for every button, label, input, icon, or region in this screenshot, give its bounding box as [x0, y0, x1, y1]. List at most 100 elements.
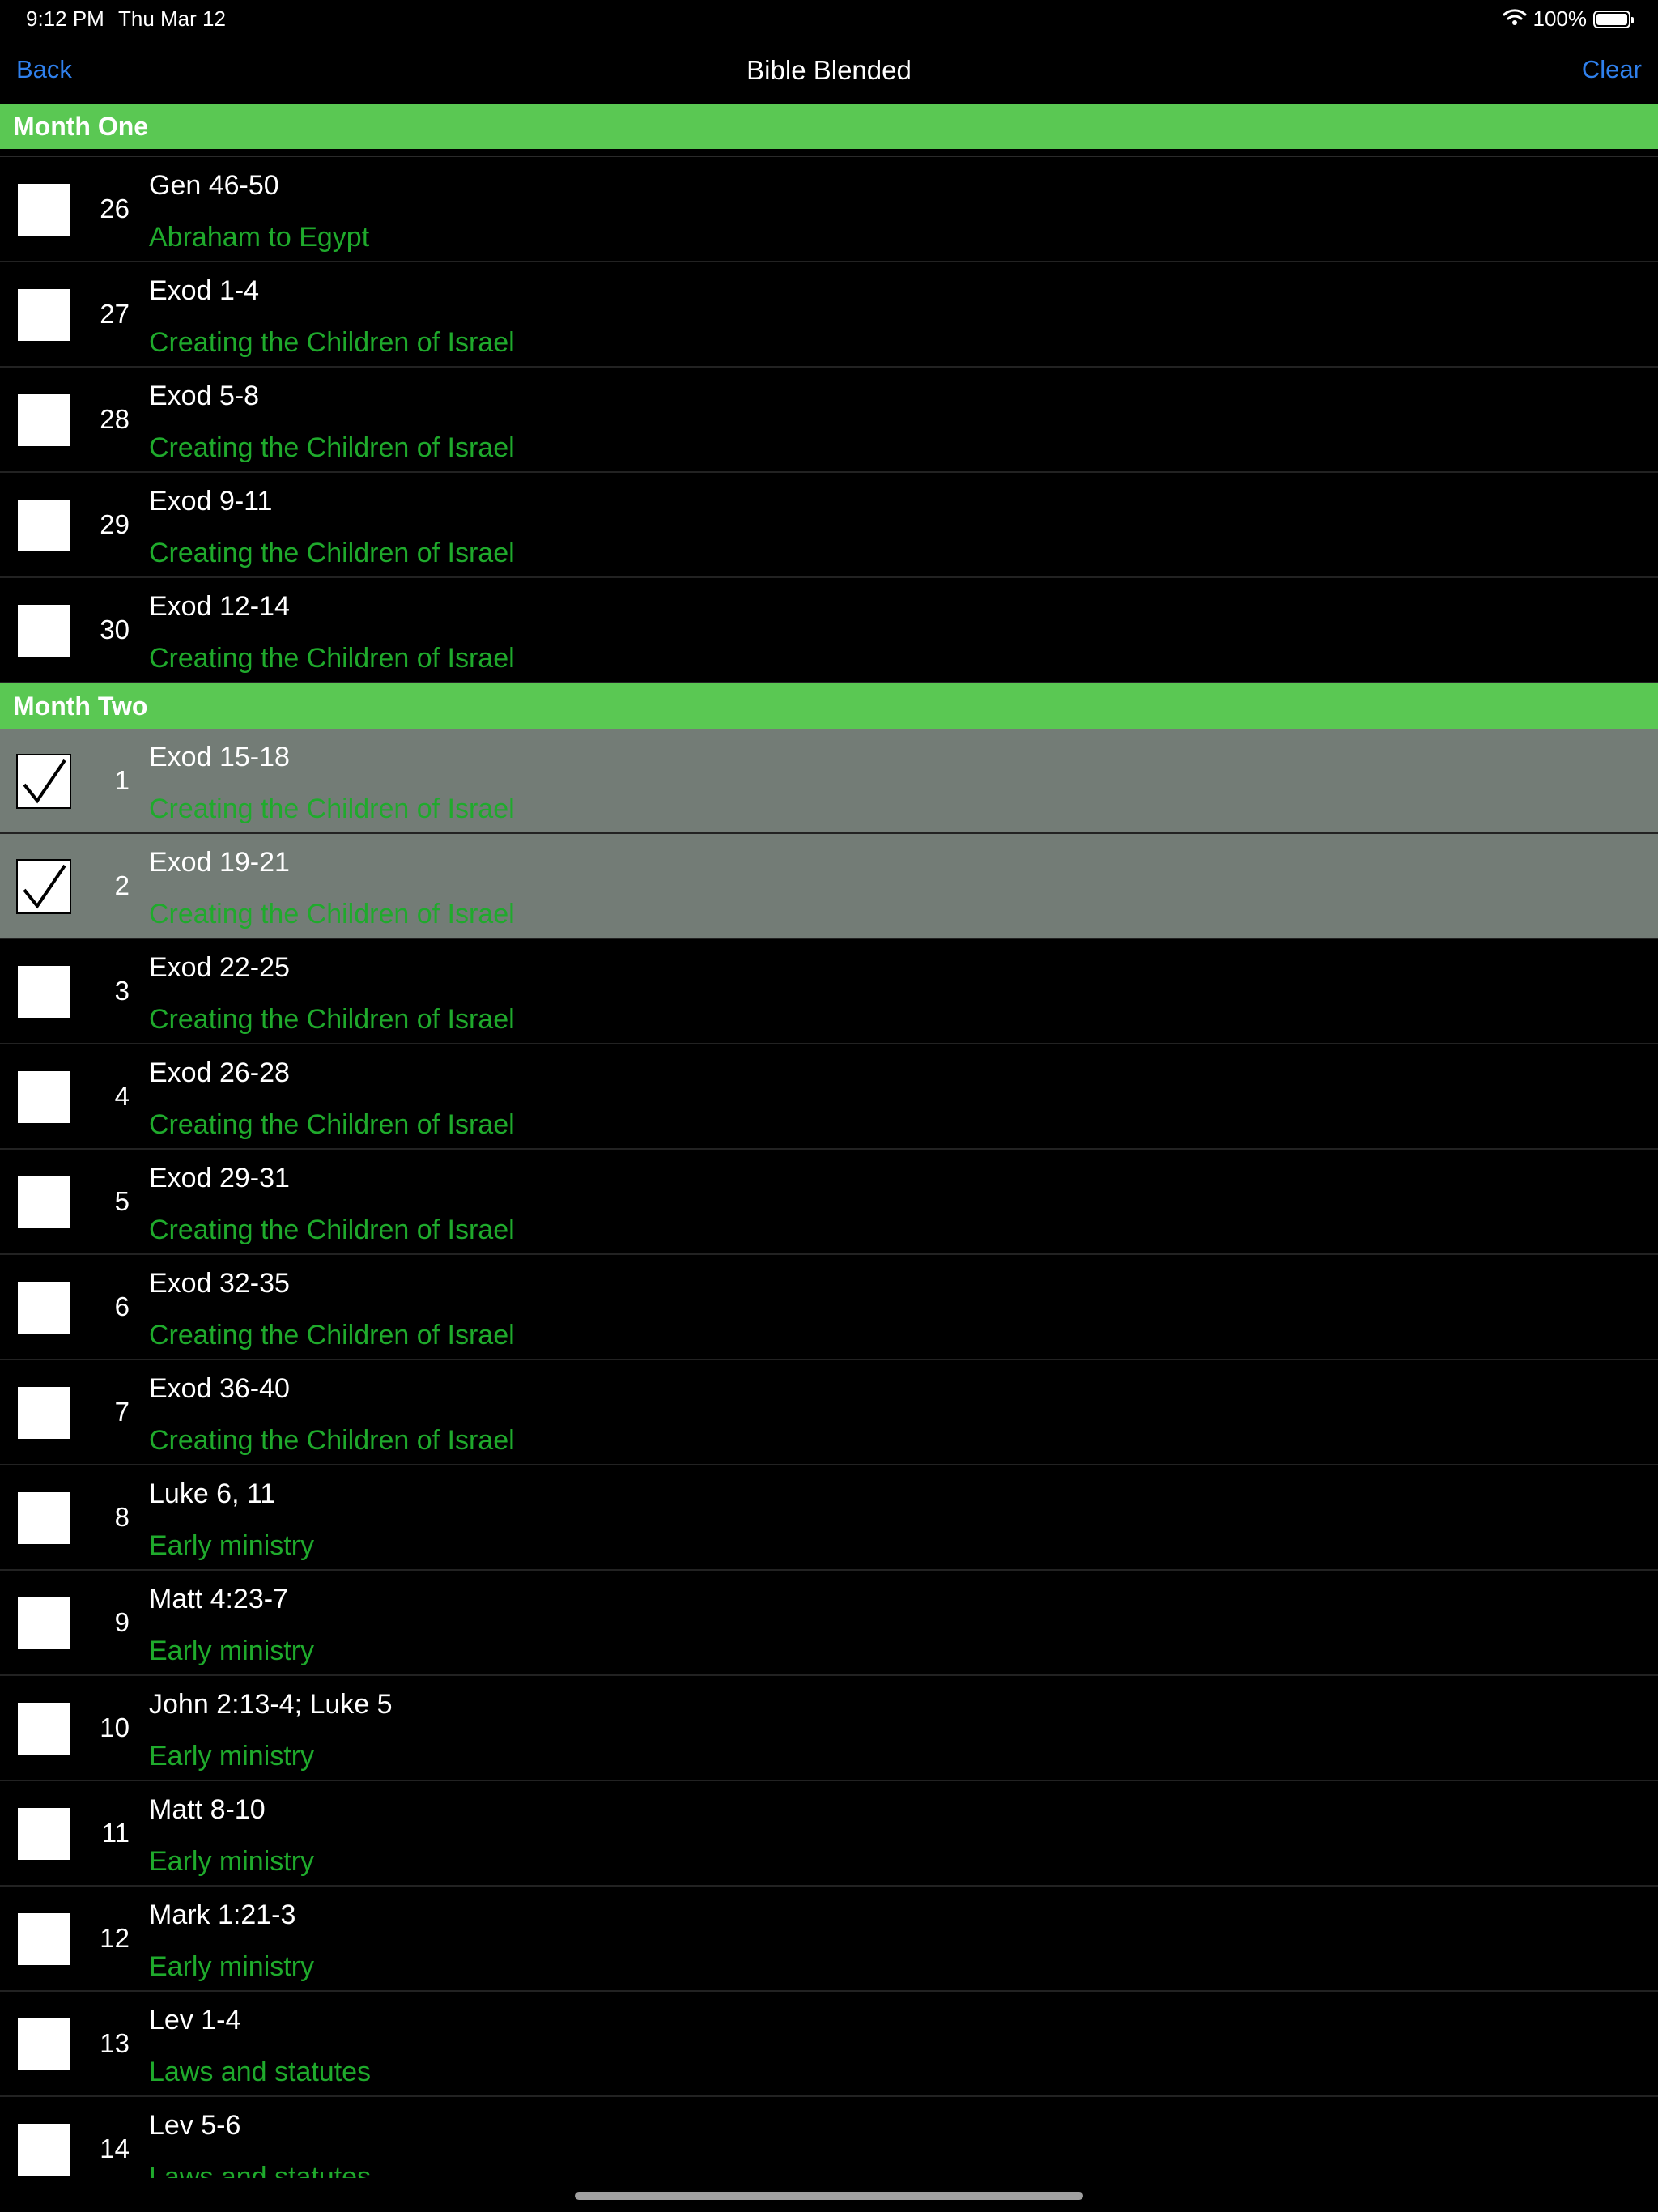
checkbox-unchecked[interactable] [16, 1912, 71, 1967]
scripture-reference: Matt 4:23-7 [149, 1584, 288, 1614]
scripture-reference: Mark 1:21-3 [149, 1899, 296, 1930]
checkbox-unchecked[interactable] [16, 182, 71, 237]
reading-theme: Early ministry [149, 1530, 315, 1561]
scripture-reference: Exod 1-4 [149, 275, 260, 306]
reading-row[interactable]: 11 Matt 8-10 Early ministry [0, 1781, 1658, 1887]
scripture-reference: Exod 32-35 [149, 1268, 290, 1299]
day-number: 3 [114, 976, 130, 1006]
reading-theme: Creating the Children of Israel [149, 1214, 515, 1245]
checkbox-unchecked[interactable] [16, 1175, 71, 1230]
reading-theme: Creating the Children of Israel [149, 1425, 515, 1456]
reading-row[interactable]: 28 Exod 5-8 Creating the Children of Israe… [0, 368, 1658, 473]
status-indicators: 100% [1503, 6, 1634, 32]
day-number: 6 [114, 1291, 130, 1321]
clear-button[interactable]: Clear [1582, 55, 1642, 84]
section-header: Month Two [0, 683, 1658, 729]
day-number: 11 [101, 1818, 130, 1848]
scripture-reference: Exod 15-18 [149, 742, 290, 772]
home-indicator[interactable] [575, 2192, 1083, 2200]
checkbox-unchecked[interactable] [16, 1070, 71, 1125]
day-number: 5 [114, 1186, 130, 1216]
scripture-reference: Exod 36-40 [149, 1373, 290, 1404]
checkbox-unchecked[interactable] [16, 287, 71, 342]
day-number: 14 [100, 2133, 130, 2163]
day-number: 30 [100, 615, 130, 644]
reading-row[interactable]: 9 Matt 4:23-7 Early ministry [0, 1571, 1658, 1676]
reading-theme: Creating the Children of Israel [149, 432, 515, 463]
reading-theme: Laws and statutes [149, 2057, 372, 2087]
day-number: 28 [100, 404, 130, 434]
checkbox-unchecked[interactable] [16, 964, 71, 1019]
status-time: 9:12 PM [26, 6, 104, 31]
day-number: 26 [100, 194, 130, 223]
checkbox-checked[interactable] [16, 754, 71, 809]
reading-theme: Creating the Children of Israel [149, 793, 515, 824]
reading-row[interactable]: 8 Luke 6, 11 Early ministry [0, 1465, 1658, 1571]
scripture-reference: Luke 6, 11 [149, 1478, 276, 1509]
reading-row[interactable]: 26 Gen 46-50 Abraham to Egypt [0, 157, 1658, 262]
reading-row[interactable]: 6 Exod 32-35 Creating the Children of Isra… [0, 1255, 1658, 1360]
day-number: 12 [100, 1923, 130, 1953]
checkbox-checked[interactable] [16, 859, 71, 914]
reading-row[interactable]: 29 Exod 9-11 Creating the Children of Isra… [0, 473, 1658, 578]
checkmark-icon [23, 759, 66, 804]
day-number: 1 [114, 765, 130, 795]
reading-row[interactable]: 2 Exod 19-21 Creating the Children of Isra… [0, 834, 1658, 939]
reading-theme: Laws and statutes [149, 2162, 372, 2178]
scripture-reference: Matt 8-10 [149, 1794, 266, 1825]
checkbox-unchecked[interactable] [16, 393, 71, 448]
section-header: Month One [0, 104, 1658, 149]
reading-theme: Creating the Children of Israel [149, 1004, 515, 1035]
checkbox-unchecked[interactable] [16, 2017, 71, 2072]
day-number: 7 [114, 1397, 130, 1427]
day-number: 27 [100, 299, 130, 329]
reading-row[interactable]: 14 Lev 5-6 Laws and statutes [0, 2097, 1658, 2178]
reading-theme: Abraham to Egypt [149, 222, 370, 253]
checkmark-icon [23, 864, 66, 909]
checkbox-unchecked[interactable] [16, 1280, 71, 1335]
status-date: Thu Mar 12 [118, 6, 226, 31]
scripture-reference: Exod 5-8 [149, 381, 260, 411]
scripture-reference: Exod 29-31 [149, 1163, 290, 1193]
scripture-reference: Exod 12-14 [149, 591, 290, 622]
reading-row[interactable]: 12 Mark 1:21-3 Early ministry [0, 1887, 1658, 1992]
reading-row[interactable]: 10 John 2:13-4; Luke 5 Early ministry [0, 1676, 1658, 1781]
reading-theme: Early ministry [149, 1636, 315, 1666]
checkbox-unchecked[interactable] [16, 498, 71, 553]
day-number: 13 [100, 2028, 130, 2058]
wifi-icon [1503, 6, 1527, 32]
reading-row[interactable]: 5 Exod 29-31 Creating the Children of Isra… [0, 1150, 1658, 1255]
status-bar: 9:12 PM Thu Mar 12 100% [0, 0, 1658, 39]
reading-theme: Creating the Children of Israel [149, 643, 515, 674]
reading-row[interactable]: 13 Lev 1-4 Laws and statutes [0, 1992, 1658, 2097]
checkbox-unchecked[interactable] [16, 1385, 71, 1440]
checkbox-unchecked[interactable] [16, 1806, 71, 1861]
reading-row[interactable]: 3 Exod 22-25 Creating the Children of Isra… [0, 939, 1658, 1044]
checkbox-unchecked[interactable] [16, 1491, 71, 1546]
reading-row[interactable]: 4 Exod 26-28 Creating the Children of Isra… [0, 1044, 1658, 1150]
reading-theme: Early ministry [149, 1741, 315, 1772]
checkbox-unchecked[interactable] [16, 2122, 71, 2177]
checkbox-unchecked[interactable] [16, 1596, 71, 1651]
checkbox-unchecked[interactable] [16, 1701, 71, 1756]
scripture-reference: Exod 26-28 [149, 1057, 290, 1088]
scripture-reference: Exod 19-21 [149, 847, 290, 878]
reading-theme: Creating the Children of Israel [149, 538, 515, 568]
reading-row[interactable]: 27 Exod 1-4 Creating the Children of Israe… [0, 262, 1658, 368]
navigation-bar: Back Bible Blended Clear [0, 39, 1658, 104]
reading-row[interactable]: 7 Exod 36-40 Creating the Children of Isra… [0, 1360, 1658, 1465]
page-title: Bible Blended [746, 55, 912, 85]
reading-theme: Creating the Children of Israel [149, 1320, 515, 1351]
reading-row[interactable]: 30 Exod 12-14 Creating the Children of Isr… [0, 578, 1658, 683]
day-number: 9 [114, 1607, 130, 1637]
reading-theme: Early ministry [149, 1951, 315, 1982]
scripture-reference: Gen 46-50 [149, 170, 279, 201]
scripture-reference: John 2:13-4; Luke 5 [149, 1689, 393, 1720]
scripture-reference: Lev 5-6 [149, 2110, 241, 2141]
reading-row[interactable]: 1 Exod 15-18 Creating the Children of Isra… [0, 729, 1658, 834]
checkbox-unchecked[interactable] [16, 603, 71, 658]
day-number: 4 [114, 1081, 130, 1111]
reading-theme: Creating the Children of Israel [149, 327, 515, 358]
reading-plan-list[interactable]: Month One 26 Gen 46-50 Abraham to Egypt 27 Ex… [0, 104, 1658, 2178]
day-number: 29 [100, 509, 130, 539]
